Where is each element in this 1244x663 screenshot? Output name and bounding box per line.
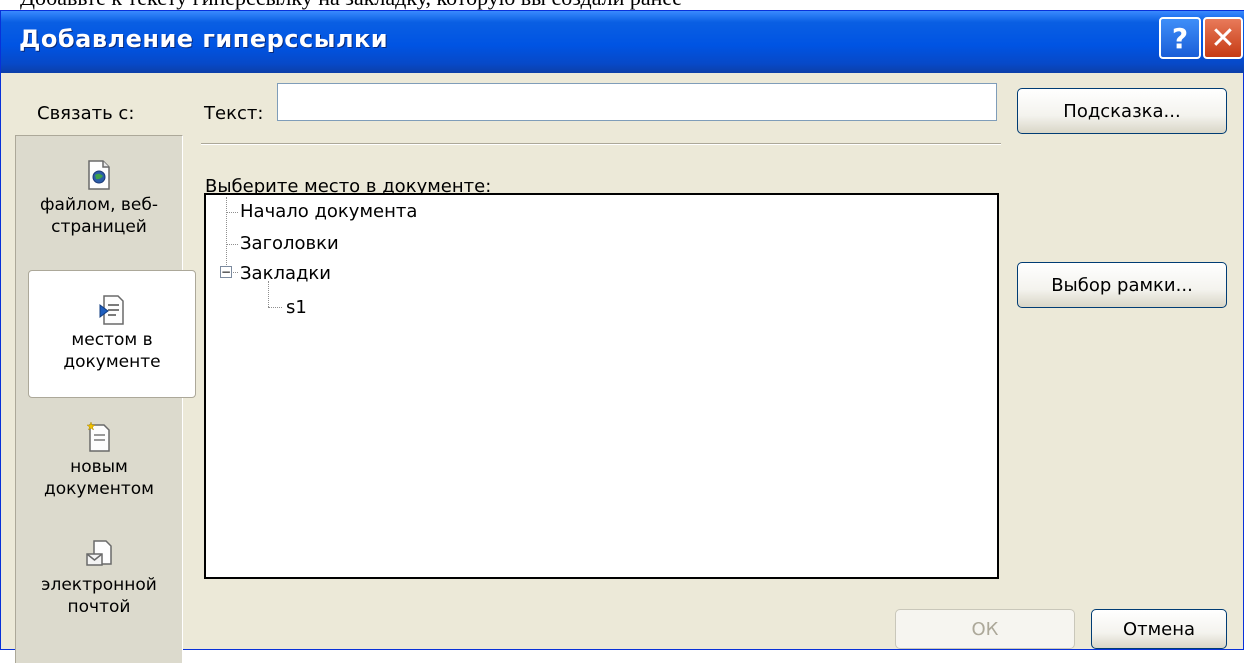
web-page-icon	[88, 160, 110, 190]
close-button[interactable]: ✕	[1203, 17, 1243, 59]
ok-button[interactable]: ОК	[895, 609, 1075, 649]
collapse-icon[interactable]: −	[220, 266, 232, 278]
tree-line	[268, 307, 282, 308]
document-place-tree[interactable]: Начало документа Заголовки − Закладки s1	[204, 193, 999, 579]
text-input[interactable]	[277, 83, 997, 121]
document-place-icon	[99, 295, 124, 325]
link-to-label: Связать с:	[37, 103, 135, 124]
dialog-title: Добавление гиперссылки	[19, 25, 389, 53]
text-label: Текст:	[204, 103, 264, 124]
sidebar-item-label: новым документом	[43, 457, 154, 499]
tree-line	[226, 197, 227, 271]
screentip-button[interactable]: Подсказка...	[1017, 88, 1227, 134]
hyperlink-dialog: Добавление гиперссылки ? ✕ Связать с: Те…	[0, 10, 1244, 663]
tree-line	[226, 244, 238, 245]
tree-line	[233, 272, 238, 273]
sidebar-item-new-document[interactable]: новым документом	[16, 422, 182, 526]
sidebar-item-label: файлом, веб- страницей	[40, 195, 158, 237]
sidebar-item-web-page[interactable]: файлом, веб- страницей	[16, 160, 182, 264]
frame-select-button[interactable]: Выбор рамки...	[1017, 262, 1227, 308]
email-icon	[86, 540, 112, 566]
tree-item-bookmark[interactable]: s1	[286, 297, 307, 318]
separator	[201, 143, 1001, 145]
tree-item-bookmarks[interactable]: Закладки	[240, 263, 331, 284]
cancel-button[interactable]: Отмена	[1091, 609, 1227, 649]
background-document-text: Добавьте к тексту гиперссылку на закладк…	[20, 0, 1220, 10]
tree-item-headings[interactable]: Заголовки	[240, 233, 339, 254]
title-bar[interactable]: Добавление гиперссылки ? ✕	[1, 11, 1244, 73]
tree-line	[268, 281, 269, 307]
sidebar-item-email[interactable]: электронной почтой	[16, 540, 182, 644]
tree-line	[226, 212, 238, 213]
sidebar-item-document-place[interactable]: местом в документе	[28, 270, 196, 398]
new-document-icon	[86, 422, 110, 452]
tree-item-document-start[interactable]: Начало документа	[240, 201, 417, 222]
help-button[interactable]: ?	[1159, 17, 1201, 59]
link-to-sidebar: файлом, веб- страницей местом в документ…	[15, 135, 196, 663]
sidebar-item-label: электронной почтой	[41, 575, 157, 617]
sidebar-item-label: местом в документе	[63, 330, 161, 372]
